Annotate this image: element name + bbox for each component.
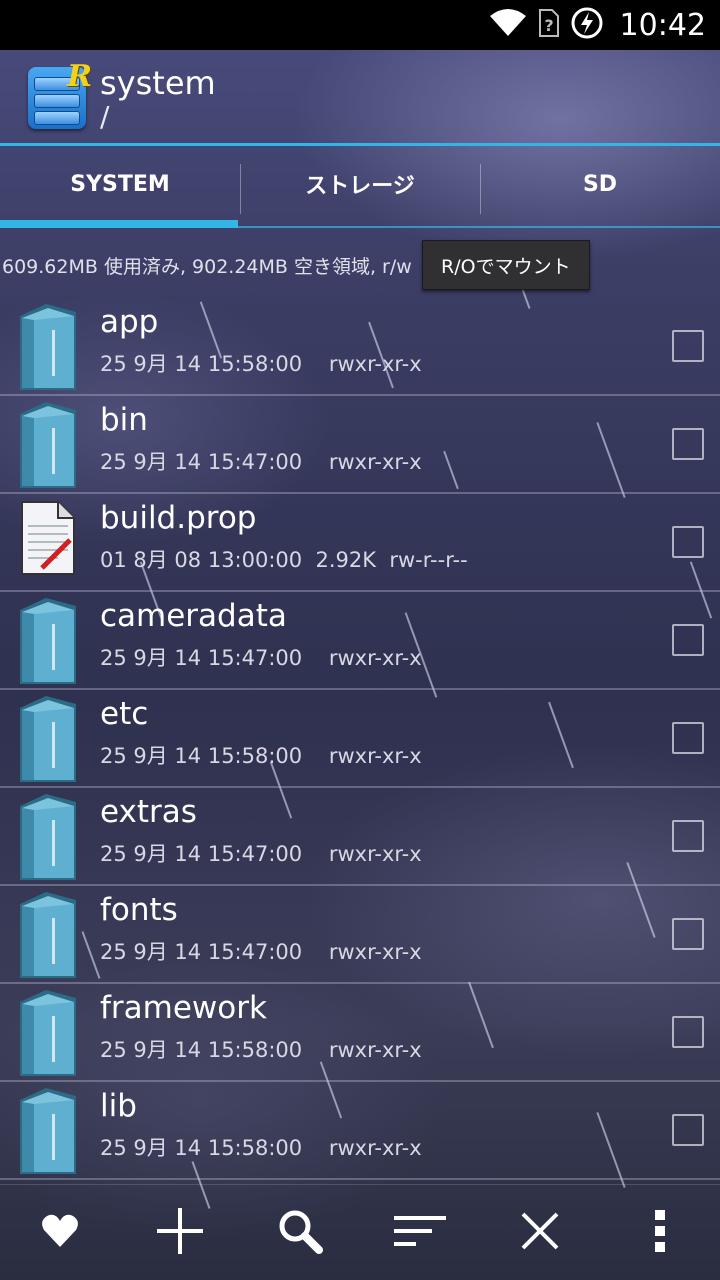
close-icon (520, 1211, 560, 1255)
search-button[interactable] (270, 1203, 330, 1263)
folder-icon (18, 792, 78, 882)
select-checkbox[interactable] (672, 1114, 704, 1146)
file-list: app 25 9月 14 15:58:00 rwxr-xr-x bin 25 9月 1… (0, 298, 720, 1180)
file-name: build.prop (100, 500, 257, 536)
select-checkbox[interactable] (672, 1016, 704, 1048)
folder-icon (18, 596, 78, 686)
file-row[interactable]: extras 25 9月 14 15:47:00 rwxr-xr-x (0, 788, 720, 886)
folder-icon (18, 400, 78, 490)
file-name: lib (100, 1088, 137, 1124)
file-meta: 25 9月 14 15:47:00 rwxr-xr-x (100, 646, 422, 670)
select-checkbox[interactable] (672, 624, 704, 656)
wifi-icon (488, 8, 528, 42)
sort-icon (394, 1214, 446, 1252)
bottom-toolbar (0, 1184, 720, 1280)
folder-icon (18, 1086, 78, 1176)
file-name: bin (100, 402, 148, 438)
folder-icon (18, 988, 78, 1078)
current-path: / (100, 100, 110, 133)
file-name: etc (100, 696, 149, 732)
file-meta: 25 9月 14 15:47:00 rwxr-xr-x (100, 450, 422, 474)
text-file-icon (18, 498, 78, 588)
root-explorer-app-icon[interactable]: R (28, 59, 92, 129)
app-header: R system / (0, 50, 720, 146)
file-meta: 25 9月 14 15:58:00 rwxr-xr-x (100, 352, 422, 376)
select-checkbox[interactable] (672, 918, 704, 950)
close-button[interactable] (510, 1203, 570, 1263)
tab-sd[interactable]: SD (480, 146, 720, 230)
select-checkbox[interactable] (672, 722, 704, 754)
file-meta: 25 9月 14 15:58:00 rwxr-xr-x (100, 1038, 422, 1062)
overflow-menu-icon (653, 1209, 667, 1256)
file-name: cameradata (100, 598, 287, 634)
favorites-button[interactable] (30, 1203, 90, 1263)
status-time: 10:42 (619, 7, 706, 43)
storage-info-bar: 609.62MB 使用済み, 902.24MB 空き領域, r/w R/Oでマウ… (0, 240, 720, 290)
file-row[interactable]: build.prop 01 8月 08 13:00:00 2.92K rw-r--… (0, 494, 720, 592)
file-name: extras (100, 794, 197, 830)
file-row[interactable]: fonts 25 9月 14 15:47:00 rwxr-xr-x (0, 886, 720, 984)
file-row[interactable]: bin 25 9月 14 15:47:00 rwxr-xr-x (0, 396, 720, 494)
new-item-button[interactable] (150, 1203, 210, 1263)
file-meta: 25 9月 14 15:47:00 rwxr-xr-x (100, 940, 422, 964)
sort-button[interactable] (390, 1203, 450, 1263)
heart-icon (41, 1213, 79, 1253)
folder-icon (18, 694, 78, 784)
file-name: framework (100, 990, 267, 1026)
file-meta: 01 8月 08 13:00:00 2.92K rw-r--r-- (100, 548, 468, 572)
svg-text:?: ? (544, 16, 553, 35)
folder-icon (18, 302, 78, 392)
storage-usage-text: 609.62MB 使用済み, 902.24MB 空き領域, r/w (2, 255, 412, 278)
file-name: fonts (100, 892, 178, 928)
mount-read-only-button[interactable]: R/Oでマウント (421, 240, 590, 290)
select-checkbox[interactable] (672, 820, 704, 852)
file-row[interactable]: cameradata 25 9月 14 15:47:00 rwxr-xr-x (0, 592, 720, 690)
file-meta: 25 9月 14 15:47:00 rwxr-xr-x (100, 842, 422, 866)
search-icon (277, 1208, 323, 1258)
select-checkbox[interactable] (672, 330, 704, 362)
select-checkbox[interactable] (672, 428, 704, 460)
file-meta: 25 9月 14 15:58:00 rwxr-xr-x (100, 1136, 422, 1160)
folder-icon (18, 890, 78, 980)
file-row[interactable]: etc 25 9月 14 15:58:00 rwxr-xr-x (0, 690, 720, 788)
page-title: system (100, 64, 216, 102)
tab-bar: SYSTEM ストレージ SD (0, 146, 720, 230)
tab-storage[interactable]: ストレージ (240, 146, 480, 230)
overflow-menu-button[interactable] (630, 1203, 690, 1263)
no-sim-icon: ? (538, 8, 560, 42)
file-row[interactable]: framework 25 9月 14 15:58:00 rwxr-xr-x (0, 984, 720, 1082)
file-row[interactable]: lib 25 9月 14 15:58:00 rwxr-xr-x (0, 1082, 720, 1180)
active-tab-indicator (0, 220, 238, 228)
file-name: app (100, 304, 159, 340)
battery-charging-icon (570, 6, 604, 44)
plus-icon (155, 1206, 205, 1260)
select-checkbox[interactable] (672, 526, 704, 558)
status-bar: ? 10:42 (0, 0, 720, 50)
tab-system[interactable]: SYSTEM (0, 146, 240, 230)
file-row[interactable]: app 25 9月 14 15:58:00 rwxr-xr-x (0, 298, 720, 396)
file-meta: 25 9月 14 15:58:00 rwxr-xr-x (100, 744, 422, 768)
